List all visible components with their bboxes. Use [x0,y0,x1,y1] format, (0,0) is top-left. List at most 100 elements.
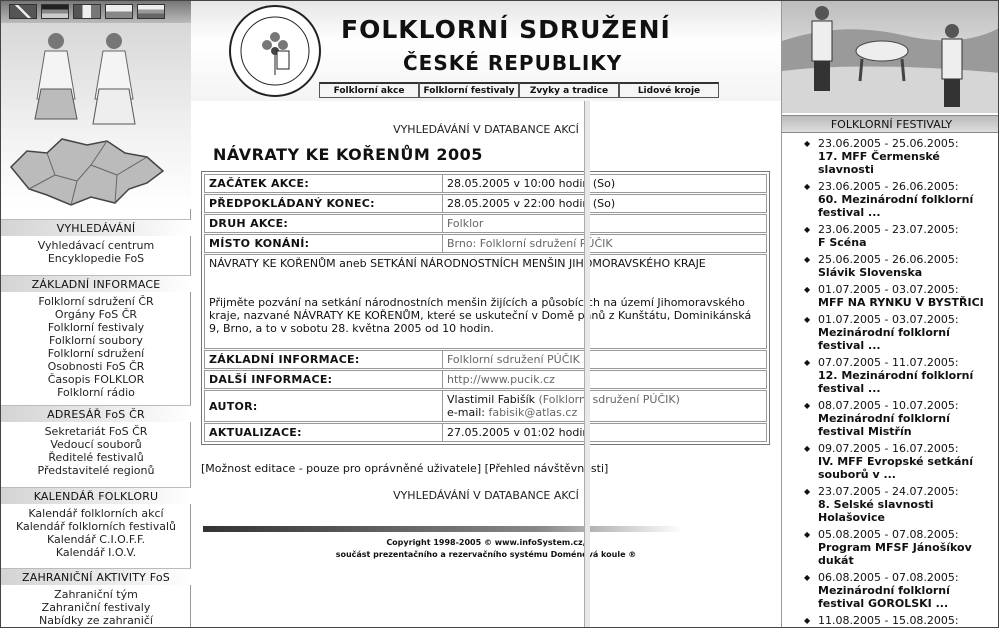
sidebar-link[interactable]: Nabídky ze zahraničí [1,614,191,627]
sidebar-section: KALENDÁŘ FOLKLORU Kalendář folklorních ak… [1,487,191,559]
sidebar-link[interactable]: Folklorní rádio [1,386,191,399]
sidebar-link[interactable]: Orgány FoS ČR [1,308,191,321]
sidebar-section-title: KALENDÁŘ FOLKLORU [1,487,191,504]
festival-item[interactable]: 23.06.2005 - 26.06.2005:60. Mezinárodní … [782,180,998,219]
copyright-line-1: Copyright 1998-2005 © www.infoSystem.cz, [386,538,586,547]
sidebar-link[interactable]: Folklorní sdružení ČR [1,295,191,308]
dancer-figure-icon [92,33,136,125]
author-name: Vlastimil Fabišík [447,393,535,406]
flag-uk-icon[interactable] [9,4,37,19]
festival-name: 8. Selské slavnosti Holašovice [818,498,934,524]
sidebar-link[interactable]: Časopis FOLKLOR [1,373,191,386]
search-databank-link-bottom[interactable]: VYHLEDÁVÁNÍ V DATABANCE AKCÍ [191,489,781,502]
sidebar-section: ZAHRANIČNÍ AKTIVITY FoS Zahraniční tým Zah… [1,568,191,627]
table-row: PŘEDPOKLÁDANÝ KONEC: 28.05.2005 v 22:00 h… [204,194,767,213]
festival-item[interactable]: 07.07.2005 - 11.07.2005:12. Mezinárodní … [782,356,998,395]
basic-info-link[interactable]: Folklorní sdružení PÚČIK [443,351,766,368]
sidebar-section: ADRESÁŘ FoS ČR Sekretariát FoS ČR Vedoucí … [1,405,191,477]
row-value[interactable]: Brno: Folklorní sdružení PÚČIK [443,235,766,252]
update-value: 27.05.2005 v 01:02 hodin [447,426,590,439]
flag-pl-icon[interactable] [105,4,133,19]
flag-de-icon[interactable] [41,4,69,19]
edit-link[interactable]: Možnost editace - pouze pro oprávněné už… [205,462,477,475]
row-label: MÍSTO KONÁNÍ: [205,235,443,252]
festival-item[interactable]: 23.06.2005 - 23.07.2005:F Scéna [782,223,998,249]
dancer-figure-icon [34,33,78,120]
description-title: NÁVRATY KE KOŘENŮM aneb SETKÁNÍ NÁRODNOS… [209,257,706,270]
festival-name: MFF NA RYNKU V BYSTŘICI [818,296,984,309]
table-row: DRUH AKCE: Folklor [204,214,767,233]
footer-divider [203,526,683,532]
fos-logo-icon[interactable] [227,3,323,99]
table-row: MÍSTO KONÁNÍ: Brno: Folklorní sdružení PÚ… [204,234,767,253]
festival-name: Slávik Slovenska [818,266,923,279]
festival-item[interactable]: 23.06.2005 - 25.06.2005:17. MFF Čermensk… [782,137,998,176]
festival-item[interactable]: 11.08.2005 - 15.08.2005: [782,614,998,627]
table-row: AKTUALIZACE: 27.05.2005 v 01:02 hodin [204,423,767,442]
sidebar-link[interactable]: Folklorní sdružení [1,347,191,360]
tab-festivaly[interactable]: Folklorní festivaly [419,82,519,98]
sidebar-link[interactable]: Kalendář C.I.O.F.F. [1,533,191,546]
festival-date: 01.07.2005 - 03.07.2005: [818,283,959,296]
festival-item[interactable]: 05.08.2005 - 07.08.2005:Program MFSF Ján… [782,528,998,567]
author-email-link[interactable]: fabisik@atlas.cz [489,406,578,419]
basic-info-label: ZÁKLADNÍ INFORMACE: [205,351,443,368]
author-value: Vlastimil Fabišík (Folklorní sdružení PÚ… [443,391,766,421]
festival-date: 06.08.2005 - 07.08.2005: [818,571,959,584]
sidebar-link[interactable]: Vedoucí souborů [1,438,191,451]
festival-item[interactable]: 01.07.2005 - 03.07.2005:MFF NA RYNKU V B… [782,283,998,309]
email-label: e-mail: [447,406,486,419]
right-sidebar: FOLKLORNÍ FESTIVALY 23.06.2005 - 25.06.2… [781,1,998,627]
sidebar-link[interactable]: Ředitelé festivalů [1,451,191,464]
festival-item[interactable]: 25.06.2005 - 26.06.2005:Slávik Slovenska [782,253,998,279]
scrollbar[interactable] [584,101,590,627]
description-body: Přijměte pozvání na setkání národnostníc… [209,296,752,335]
sidebar-link[interactable]: Sekretariát FoS ČR [1,425,191,438]
festival-name: F Scéna [818,236,867,249]
festival-item[interactable]: 08.07.2005 - 10.07.2005:Mezinárodní folk… [782,399,998,438]
sidebar-link[interactable]: Kalendář folklorních festivalů [1,520,191,533]
more-info-link[interactable]: http://www.pucik.cz [443,371,766,388]
sidebar-link[interactable]: Představitelé regionů [1,464,191,477]
main-content: VYHLEDÁVÁNÍ V DATABANCE AKCÍ NÁVRATY KE … [191,101,781,627]
sidebar-link[interactable]: Osobnosti FoS ČR [1,360,191,373]
festival-name: Program MFSF Jánošíkov dukát [818,541,972,567]
sidebar-section-title: VYHLEDÁVÁNÍ [1,219,191,236]
festival-date: 01.07.2005 - 03.07.2005: [818,313,959,326]
tab-zvyky[interactable]: Zvyky a tradice [519,82,619,98]
page: VYHLEDÁVÁNÍ Vyhledávací centrum Encykloped… [0,0,999,628]
sidebar-link[interactable]: Kalendář folklorních akcí [1,507,191,520]
tab-kroje[interactable]: Lidové kroje [619,82,719,98]
festival-item[interactable]: 01.07.2005 - 03.07.2005:Mezinárodní folk… [782,313,998,352]
site-subtitle: ČESKÉ REPUBLIKY [403,51,623,75]
sidebar-link[interactable]: Folklorní soubory [1,334,191,347]
festival-date: 23.06.2005 - 25.06.2005: [818,137,959,150]
festival-date: 11.08.2005 - 15.08.2005: [818,614,959,627]
festival-date: 05.08.2005 - 07.08.2005: [818,528,959,541]
festival-name: 17. MFF Čermenské slavnosti [818,150,940,176]
sidebar-link[interactable]: Vyhledávací centrum [1,239,191,252]
festival-name: 12. Mezinárodní folklorní festival ... [818,369,974,395]
festival-date: 08.07.2005 - 10.07.2005: [818,399,959,412]
sidebar-link[interactable]: Encyklopedie FoS [1,252,191,265]
tab-akce[interactable]: Folklorní akce [319,82,419,98]
festival-item[interactable]: 06.08.2005 - 07.08.2005:Mezinárodní folk… [782,571,998,610]
sidebar-link[interactable]: Folklorní festivaly [1,321,191,334]
author-label: AUTOR: [205,391,443,421]
update-label: AKTUALIZACE: [205,424,443,441]
sidebar-link[interactable]: Zahraniční tým [1,588,191,601]
festival-date: 09.07.2005 - 16.07.2005: [818,442,959,455]
festival-date: 23.06.2005 - 23.07.2005: [818,223,959,236]
search-databank-link[interactable]: VYHLEDÁVÁNÍ V DATABANCE AKCÍ [191,123,781,136]
sidebar-section: VYHLEDÁVÁNÍ Vyhledávací centrum Encykloped… [1,219,191,265]
sidebar-link[interactable]: Kalendář I.O.V. [1,546,191,559]
site-title: FOLKLORNÍ SDRUŽENÍ [341,15,671,44]
festival-item[interactable]: 23.07.2005 - 24.07.2005:8. Selské slavno… [782,485,998,524]
festival-date: 23.07.2005 - 24.07.2005: [818,485,959,498]
flag-ru-icon[interactable] [137,4,165,19]
sidebar-link[interactable]: Zahraniční festivaly [1,601,191,614]
table-row: DALŠÍ INFORMACE: http://www.pucik.cz [204,370,767,389]
table-row: ZAČÁTEK AKCE: 28.05.2005 v 10:00 hodin (S… [204,174,767,193]
festival-item[interactable]: 09.07.2005 - 16.07.2005:IV. MFF Evropské… [782,442,998,481]
flag-fr-icon[interactable] [73,4,101,19]
